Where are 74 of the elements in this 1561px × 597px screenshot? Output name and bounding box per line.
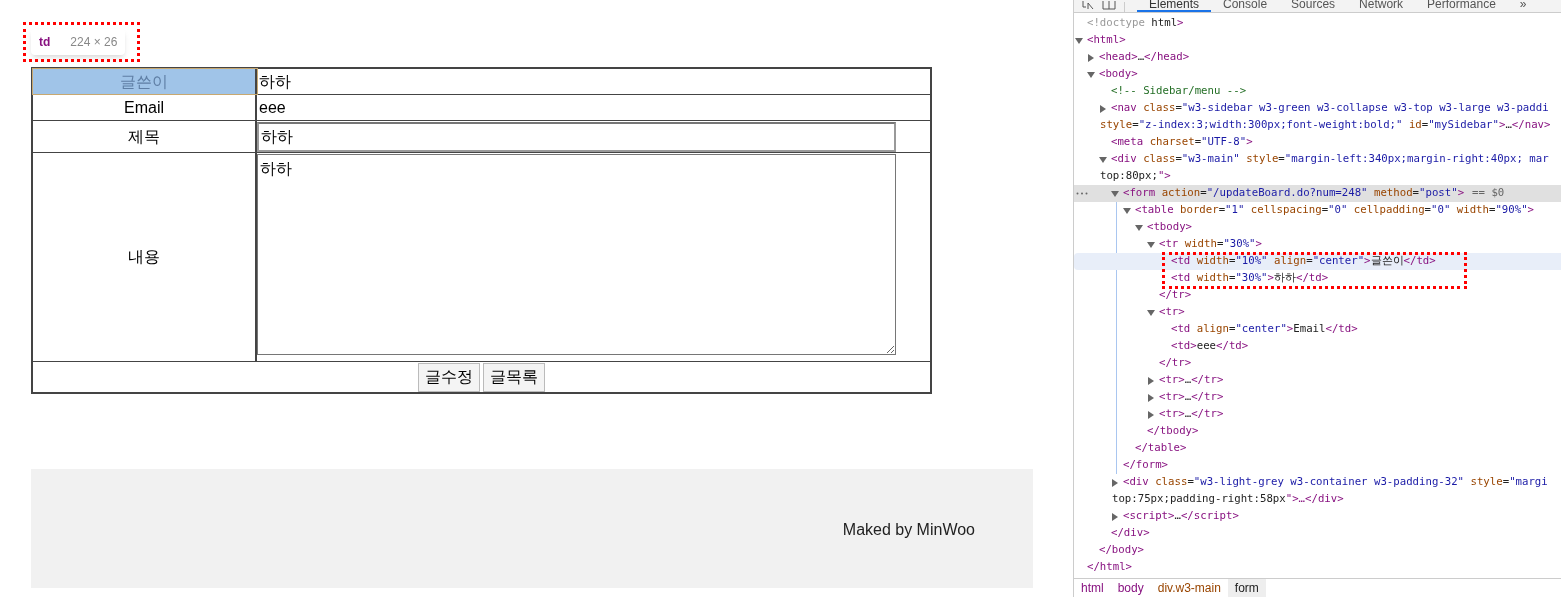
form-button[interactable]: 글목록 — [483, 362, 545, 392]
triangle-down-icon[interactable] — [1099, 155, 1107, 164]
code-line[interactable]: <tr>…</tr> — [1159, 372, 1224, 389]
code-line[interactable]: </html> — [1087, 559, 1133, 576]
triangle-down-icon[interactable] — [1111, 189, 1119, 198]
triangle-down-icon[interactable] — [1087, 70, 1095, 79]
label-cell: 내용 — [33, 153, 257, 361]
code-line[interactable]: <nav class="w3-sidebar w3-green w3-collapse w3-top w3-large w3-paddi — [1111, 100, 1549, 117]
triangle-right-icon[interactable] — [1099, 104, 1107, 113]
code-line[interactable]: <td>eee</td> — [1171, 338, 1249, 355]
devtools-tab[interactable]: Network — [1347, 0, 1416, 12]
content-field[interactable]: 하하 — [257, 154, 896, 355]
triangle-right-icon[interactable] — [1111, 512, 1119, 521]
code-line[interactable]: </tr> — [1159, 355, 1192, 372]
code-line[interactable]: style="z-index:3;width:300px;font-weight:bold;" id="mySidebar">…</nav> — [1100, 117, 1551, 134]
label-cell: 제목 — [33, 121, 257, 152]
triangle-right-icon[interactable] — [1147, 393, 1155, 402]
triangle-down-icon[interactable] — [1147, 240, 1155, 249]
footer-text: Maked by MinWoo — [842, 520, 975, 540]
breadcrumb[interactable]: div.w3-main — [1150, 579, 1228, 597]
code-line[interactable]: top:75px;padding-right:58px">…</div> — [1112, 491, 1344, 508]
code-line[interactable]: <td width="30%">하하</td> — [1171, 270, 1329, 287]
form-button[interactable]: 글수정 — [418, 362, 480, 392]
code-line[interactable]: <tr> — [1159, 304, 1185, 321]
breadcrumb[interactable]: form — [1227, 579, 1266, 597]
code-line[interactable]: <!doctype html> — [1087, 15, 1184, 32]
tooltip-tag: td — [39, 33, 51, 51]
code-line[interactable]: <body> — [1099, 66, 1138, 83]
triangle-right-icon[interactable] — [1111, 478, 1119, 487]
triangle-right-icon[interactable] — [1147, 410, 1155, 419]
breadcrumb[interactable]: html — [1074, 579, 1111, 597]
code-line[interactable]: <table border="1" cellspacing="0" cellpadding="0" width="90%"> — [1135, 202, 1535, 219]
code-line[interactable]: </div> — [1111, 525, 1150, 542]
devtools-tab[interactable]: Performance — [1415, 0, 1508, 12]
inspect-icon[interactable] — [1082, 1, 1094, 10]
code-line[interactable]: <tr>…</tr> — [1159, 389, 1224, 406]
value-cell-text: 하하 — [258, 71, 292, 92]
device-icon[interactable] — [1102, 1, 1116, 10]
code-line[interactable]: <tr width="30%"> — [1159, 236, 1262, 253]
code-line[interactable]: <tr>…</tr> — [1159, 406, 1224, 423]
code-line[interactable]: </body> — [1099, 542, 1145, 559]
triangle-down-icon[interactable] — [1135, 223, 1143, 232]
code-line[interactable]: </tbody> — [1147, 423, 1199, 440]
breadcrumb[interactable]: body — [1110, 579, 1151, 597]
code-line[interactable]: <head>…</head> — [1099, 49, 1190, 66]
triangle-down-icon[interactable] — [1075, 36, 1083, 45]
devtools-tab[interactable]: Elements — [1137, 0, 1212, 12]
tooltip-size: 224 × 26 — [70, 34, 118, 51]
label-cell: 글쓴이 — [33, 69, 257, 94]
label-cell: Email — [33, 95, 257, 120]
code-line[interactable]: </tr> — [1159, 287, 1192, 304]
code-line[interactable]: <div class="w3-light-grey w3-container w3-padding-32" style="margi — [1123, 474, 1548, 491]
code-line[interactable]: </table> — [1135, 440, 1187, 457]
code-line[interactable]: <td align="center">Email</td> — [1171, 321, 1358, 338]
devtools-tab[interactable]: Console — [1211, 0, 1280, 12]
devtools-tab[interactable]: » — [1507, 0, 1539, 12]
devtools-tab[interactable]: Sources — [1279, 0, 1348, 12]
code-line[interactable]: <tbody> — [1147, 219, 1193, 236]
value-cell-text: eee — [258, 97, 287, 118]
triangle-down-icon[interactable] — [1123, 206, 1131, 215]
triangle-right-icon[interactable] — [1147, 376, 1155, 385]
selected-marker: == $0 — [1472, 185, 1505, 202]
code-line[interactable]: <div class="w3-main" style="margin-left:340px;margin-right:40px; mar — [1111, 151, 1549, 168]
code-line[interactable]: top:80px;"> — [1100, 168, 1171, 185]
code-line[interactable]: <!-- Sidebar/menu --> — [1111, 83, 1247, 100]
code-line[interactable]: </form> — [1123, 457, 1169, 474]
code-line[interactable]: <form action="/updateBoard.do?num=248" method="post"> — [1123, 185, 1465, 202]
title-field[interactable]: 하하 — [257, 122, 896, 152]
triangle-down-icon[interactable] — [1147, 308, 1155, 317]
code-line[interactable]: <html> — [1087, 32, 1126, 49]
triangle-right-icon[interactable] — [1087, 53, 1095, 62]
code-line[interactable]: <script>…</script> — [1123, 508, 1239, 525]
more-dots-icon[interactable] — [1076, 192, 1088, 195]
code-line[interactable]: <meta charset="UTF-8"> — [1111, 134, 1253, 151]
